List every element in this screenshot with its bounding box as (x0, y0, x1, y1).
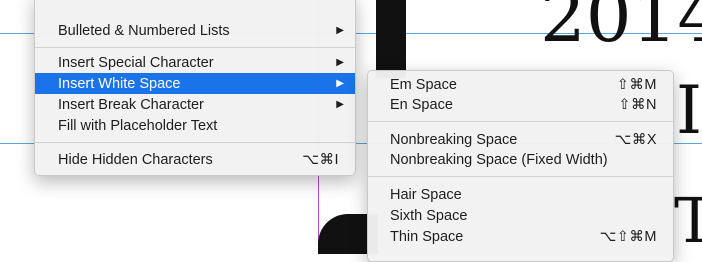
submenu-arrow-icon: ▶ (336, 78, 344, 89)
menu-item-label: Sixth Space (390, 207, 468, 224)
submenu-item-hair-space[interactable]: Hair Space (368, 184, 673, 205)
menu-item-label: Hide Hidden Characters (58, 151, 213, 168)
submenu-arrow-icon: ▶ (336, 99, 344, 110)
menu-item-insert-special-character[interactable]: Insert Special Character ▶ (35, 52, 355, 73)
menu-item-fill-placeholder-text[interactable]: Fill with Placeholder Text (35, 115, 355, 136)
menu-item-label: Insert Special Character (58, 54, 214, 71)
menu-separator (368, 176, 673, 177)
menu-shortcut: ⌥⌘I (302, 151, 339, 168)
menu-shortcut: ⇧⌘N (618, 96, 657, 113)
menu-item-label: Insert White Space (58, 75, 181, 92)
menu-item-hide-hidden-characters[interactable]: Hide Hidden Characters ⌥⌘I (35, 149, 355, 170)
menu-item-insert-white-space[interactable]: Insert White Space ▶ (35, 73, 355, 94)
menu-item-label: Em Space (390, 76, 457, 93)
white-space-submenu: Em Space ⇧⌘M En Space ⇧⌘N Nonbreaking Sp… (367, 70, 674, 262)
menu-item-label: Bulleted & Numbered Lists (58, 22, 230, 39)
menu-item-label: Fill with Placeholder Text (58, 117, 218, 134)
menu-item-label: Insert Break Character (58, 96, 204, 113)
document-year-text: 2014 (540, 0, 702, 58)
menu-separator (35, 47, 355, 48)
document-ink-bar (376, 0, 406, 78)
menu-shortcut: ⌥⌘X (614, 131, 657, 148)
menu-item-insert-break-character[interactable]: Insert Break Character ▶ (35, 94, 355, 115)
menu-item-bulleted-numbered-lists[interactable]: Bulleted & Numbered Lists ▶ (35, 20, 355, 41)
submenu-item-nonbreaking-space[interactable]: Nonbreaking Space ⌥⌘X (368, 129, 673, 150)
menu-item-label: Thin Space (390, 228, 464, 245)
menu-shortcut: ⌥⇧⌘M (599, 228, 657, 245)
type-context-menu: Bulleted & Numbered Lists ▶ Insert Speci… (34, 0, 356, 176)
menu-item-label: Hair Space (390, 186, 462, 203)
menu-item-label: En Space (390, 96, 453, 113)
submenu-arrow-icon: ▶ (336, 57, 344, 68)
submenu-item-em-space[interactable]: Em Space ⇧⌘M (368, 74, 673, 95)
submenu-arrow-icon: ▶ (336, 25, 344, 36)
submenu-item-thin-space[interactable]: Thin Space ⌥⇧⌘M (368, 226, 673, 247)
document-letter-t: T (674, 184, 702, 257)
submenu-item-sixth-space[interactable]: Sixth Space (368, 205, 673, 226)
document-letter-i: I (676, 72, 702, 149)
menu-shortcut: ⇧⌘M (616, 76, 657, 93)
submenu-item-en-space[interactable]: En Space ⇧⌘N (368, 94, 673, 115)
menu-separator (368, 121, 673, 122)
menu-separator (35, 142, 355, 143)
submenu-item-nonbreaking-space-fixed-width[interactable]: Nonbreaking Space (Fixed Width) (368, 149, 673, 170)
menu-item-label: Nonbreaking Space (Fixed Width) (390, 151, 608, 168)
menu-item-label: Nonbreaking Space (390, 131, 518, 148)
